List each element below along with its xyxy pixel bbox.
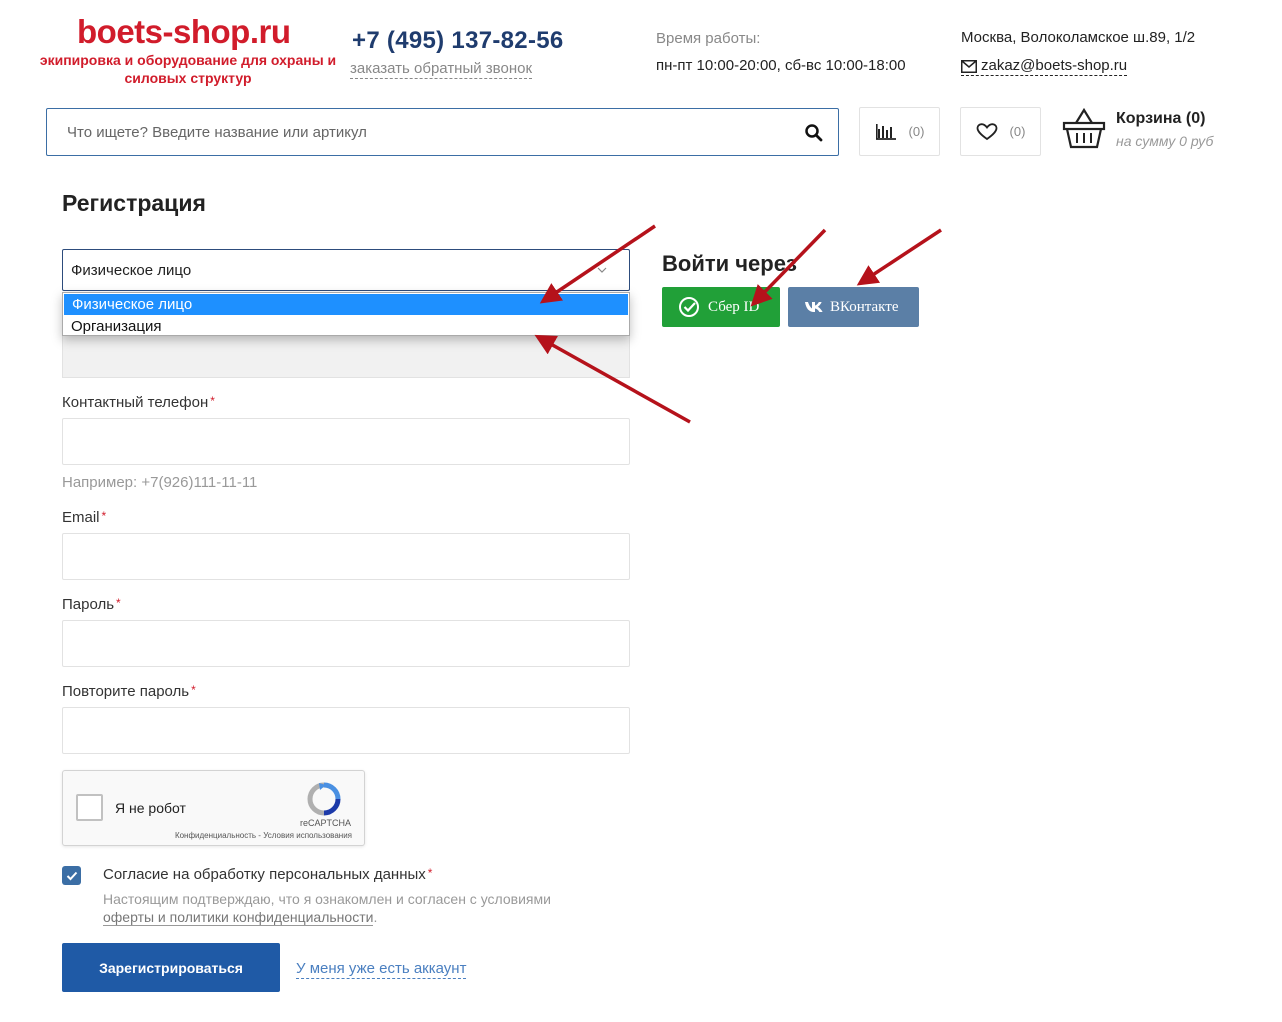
consent-text: Настоящим подтверждаю, что я ознакомлен … — [103, 891, 551, 926]
option-organization[interactable]: Организация — [63, 316, 629, 337]
cart-sum: на сумму 0 руб — [1116, 133, 1214, 149]
bar-chart-icon — [875, 123, 896, 140]
compare-count: (0) — [908, 124, 925, 139]
required-mark: * — [191, 683, 196, 697]
recaptcha-brand: reCAPTCHA — [299, 818, 351, 828]
sber-id-label: Сбер ID — [708, 298, 760, 315]
arrow-to-vk — [856, 228, 942, 286]
required-mark: * — [116, 596, 121, 610]
logo-subtitle: экипировка и оборудование для охраны и с… — [39, 52, 337, 86]
email-text: zakaz@boets-shop.ru — [981, 57, 1128, 74]
address: Москва, Волоколамское ш.89, 1/2 — [961, 29, 1196, 46]
compare-button[interactable]: (0) — [859, 107, 940, 156]
recaptcha-widget: Я не робот reCAPTCHA Конфиденциальность … — [62, 770, 365, 846]
option-individual[interactable]: Физическое лицо — [64, 294, 628, 315]
phone-label: Контактный телефон * — [62, 394, 215, 411]
field-obscured[interactable] — [62, 331, 630, 378]
password-field[interactable] — [62, 620, 630, 667]
page-title: Регистрация — [62, 190, 206, 216]
recaptcha-links[interactable]: Конфиденциальность - Условия использован… — [175, 831, 352, 840]
email-label: Email * — [62, 509, 107, 526]
chevron-down-icon — [597, 267, 607, 273]
recaptcha-logo-icon — [307, 782, 341, 816]
vk-label: ВКонтакте — [830, 298, 899, 315]
customer-type-dropdown: Физическое лицо Организация — [62, 292, 630, 336]
register-button[interactable]: Зарегистрироваться — [62, 943, 280, 992]
phone-hint: Например: +7(926)111-11-11 — [62, 474, 258, 491]
logo-title[interactable]: boets-shop.ru — [77, 12, 291, 52]
customer-type-select[interactable]: Физическое лицо — [62, 249, 630, 291]
checkmark-icon — [66, 871, 77, 880]
favorites-count: (0) — [1009, 124, 1026, 139]
customer-type-value: Физическое лицо — [71, 262, 192, 279]
favorites-button[interactable]: (0) — [960, 107, 1041, 156]
have-account-link[interactable]: У меня уже есть аккаунт — [296, 960, 467, 979]
hours-label: Время работы: — [656, 30, 761, 47]
search-icon[interactable] — [804, 123, 824, 143]
password-label: Пароль * — [62, 596, 121, 613]
heart-icon — [976, 122, 997, 140]
envelope-icon — [961, 59, 977, 73]
required-mark: * — [427, 866, 433, 880]
cart-title[interactable]: Корзина (0) — [1116, 110, 1205, 128]
sber-id-button[interactable]: Сбер ID — [662, 287, 780, 327]
vk-icon — [805, 302, 823, 312]
basket-icon[interactable] — [1062, 107, 1106, 151]
required-mark: * — [210, 394, 215, 408]
search-input[interactable] — [47, 109, 838, 155]
consent-title: Согласие на обработку персональных данны… — [103, 866, 433, 883]
password-repeat-field[interactable] — [62, 707, 630, 754]
consent-checkbox[interactable] — [62, 866, 81, 885]
sber-check-icon — [679, 297, 699, 317]
email-field[interactable] — [62, 533, 630, 580]
working-hours: пн-пт 10:00-20:00, сб-вс 10:00-18:00 — [656, 57, 906, 74]
offer-policy-link[interactable]: оферты и политики конфиденциальности — [103, 909, 374, 926]
required-mark: * — [101, 509, 107, 523]
callback-link[interactable]: заказать обратный звонок — [350, 60, 533, 79]
password-repeat-label: Повторите пароль * — [62, 683, 196, 700]
login-via-title: Войти через — [662, 251, 797, 276]
vk-button[interactable]: ВКонтакте — [788, 287, 919, 327]
phone-field[interactable] — [62, 418, 630, 465]
recaptcha-text: Я не робот — [115, 800, 186, 816]
phone-number[interactable]: +7 (495) 137-82-56 — [352, 26, 564, 56]
email-link[interactable]: zakaz@boets-shop.ru — [961, 57, 1128, 76]
search-bar — [46, 108, 839, 156]
recaptcha-checkbox[interactable] — [76, 794, 103, 821]
